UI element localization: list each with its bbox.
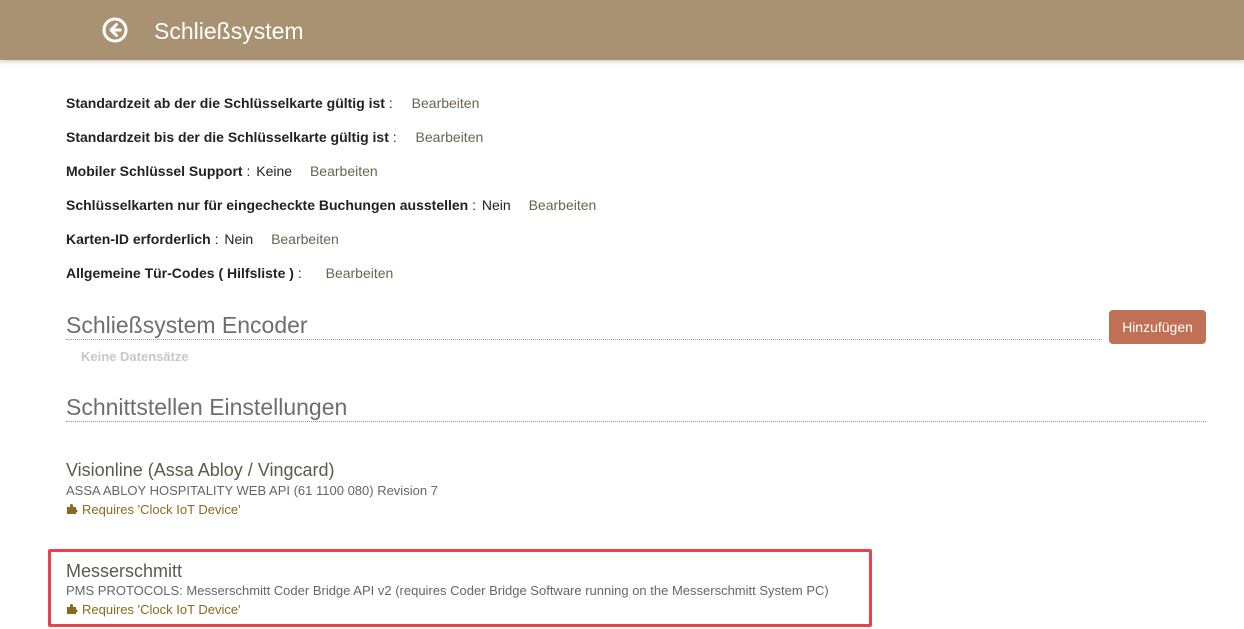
setting-separator: : (388, 129, 397, 145)
setting-label: Karten-ID erforderlich (66, 231, 211, 247)
setting-separator: : (293, 265, 302, 281)
setting-row-checked-in-only: Schlüsselkarten nur für eingecheckte Buc… (66, 196, 596, 214)
puzzle-piece-icon (67, 604, 78, 614)
empty-records-note: Keine Datensätze (81, 349, 189, 364)
setting-label: Standardzeit bis der die Schlüsselkarte … (66, 129, 389, 145)
interface-section-title: Schnittstellen Einstellungen (66, 393, 1206, 422)
setting-value: Keine (256, 163, 293, 179)
setting-separator: : (468, 197, 477, 213)
setting-label: Schlüsselkarten nur für eingecheckte Buc… (66, 197, 469, 213)
requirement-label: Requires 'Clock IoT Device' (82, 602, 241, 617)
edit-link-checked-in-only[interactable]: Bearbeiten (529, 197, 597, 213)
setting-value: Nein (224, 231, 254, 247)
edit-link-door-codes[interactable]: Bearbeiten (326, 265, 394, 281)
setting-separator: : (384, 95, 393, 111)
setting-separator: : (210, 231, 219, 247)
setting-row-valid-from: Standardzeit ab der die Schlüsselkarte g… (66, 94, 479, 112)
edit-link-valid-from[interactable]: Bearbeiten (412, 95, 480, 111)
setting-value: Nein (481, 197, 511, 213)
requirement-label: Requires 'Clock IoT Device' (82, 502, 241, 517)
edit-link-valid-until[interactable]: Bearbeiten (416, 129, 484, 145)
interface-visionline-description: ASSA ABLOY HOSPITALITY WEB API (61 1100 … (66, 483, 438, 498)
interface-visionline-requirement[interactable]: Requires 'Clock IoT Device' (66, 502, 241, 518)
puzzle-piece-icon (67, 504, 78, 514)
setting-label: Allgemeine Tür-Codes ( Hilfsliste ) (66, 265, 294, 281)
edit-link-mobile-key[interactable]: Bearbeiten (310, 163, 378, 179)
setting-row-card-id-required: Karten-ID erforderlich : Nein Bearbeiten (66, 230, 339, 248)
interface-messerschmitt-requirement[interactable]: Requires 'Clock IoT Device' (66, 602, 241, 618)
back-arrow-circle-icon (102, 17, 128, 43)
interface-messerschmitt-title[interactable]: Messerschmitt (66, 560, 182, 582)
setting-label: Standardzeit ab der die Schlüsselkarte g… (66, 95, 385, 111)
setting-separator: : (242, 163, 251, 179)
interface-messerschmitt-description: PMS PROTOCOLS: Messerschmitt Coder Bridg… (66, 583, 829, 598)
setting-row-door-codes: Allgemeine Tür-Codes ( Hilfsliste ) : Be… (66, 264, 393, 282)
page-title: Schließsystem (154, 18, 304, 44)
setting-row-valid-until: Standardzeit bis der die Schlüsselkarte … (66, 128, 483, 146)
top-bar: Schließsystem (0, 0, 1244, 60)
setting-row-mobile-key: Mobiler Schlüssel Support : Keine Bearbe… (66, 162, 378, 180)
edit-link-card-id-required[interactable]: Bearbeiten (271, 231, 339, 247)
encoder-section-title: Schließsystem Encoder (66, 311, 1102, 340)
setting-label: Mobiler Schlüssel Support (66, 163, 243, 179)
add-encoder-button[interactable]: Hinzufügen (1109, 310, 1206, 344)
interface-visionline-title[interactable]: Visionline (Assa Abloy / Vingcard) (66, 459, 334, 481)
back-button[interactable] (102, 17, 128, 43)
